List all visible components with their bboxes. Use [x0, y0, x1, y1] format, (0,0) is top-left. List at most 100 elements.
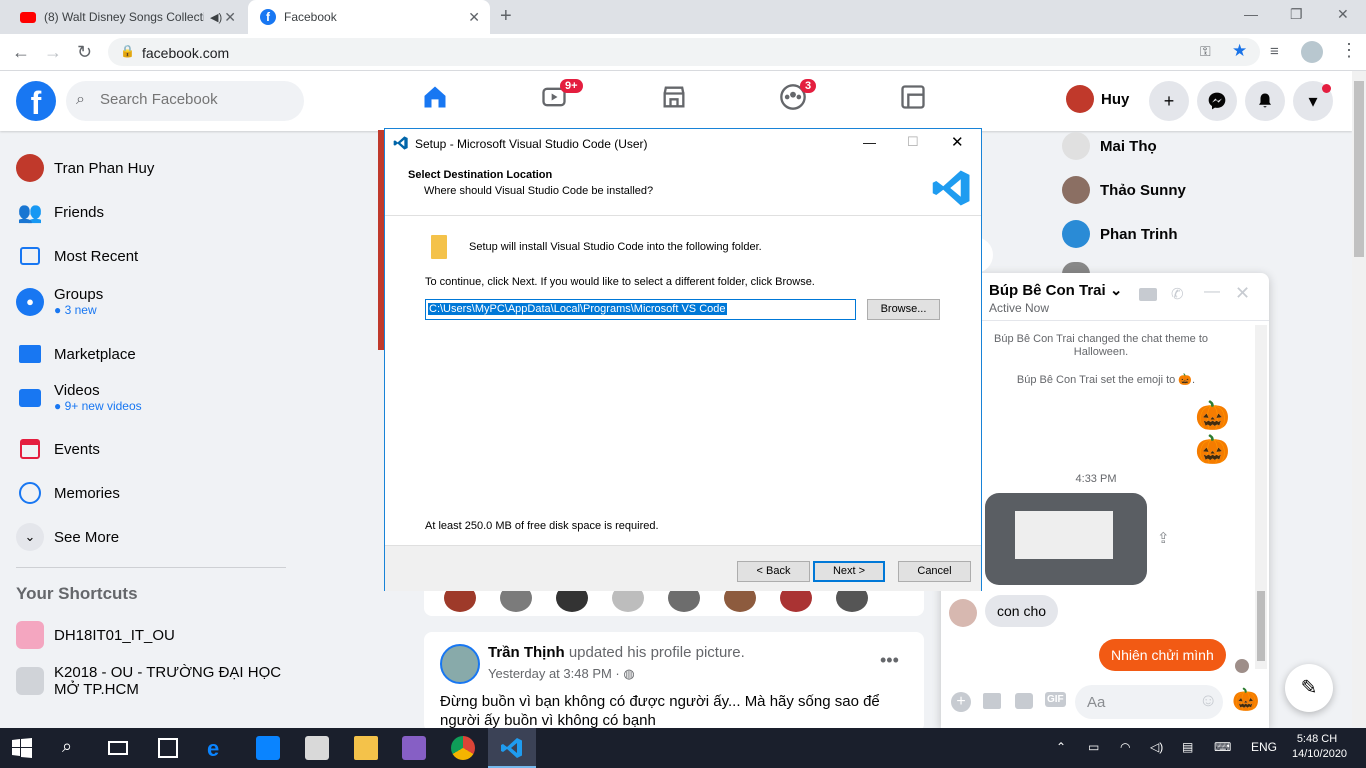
- chat-scrollbar[interactable]: [1255, 325, 1267, 669]
- key-icon[interactable]: ⚿: [1200, 43, 1211, 60]
- wifi-icon[interactable]: ◠: [1120, 740, 1130, 754]
- search-icon[interactable]: ⌕: [62, 736, 86, 760]
- message-input[interactable]: Aa ☺: [1075, 685, 1223, 719]
- shortcuts-title: Your Shortcuts: [16, 584, 138, 603]
- sidebar-item-friends[interactable]: 👥 Friends: [16, 198, 104, 226]
- back-button[interactable]: < Back: [737, 561, 810, 582]
- language-indicator[interactable]: ENG: [1251, 740, 1277, 754]
- share-icon[interactable]: ⇪: [1157, 529, 1170, 547]
- new-tab-icon[interactable]: +: [500, 5, 512, 28]
- install-path-input[interactable]: C:\Users\MyPC\AppData\Local\Programs\Mic…: [425, 299, 856, 320]
- profile-avatar[interactable]: [1301, 41, 1323, 63]
- edge-icon[interactable]: e: [207, 736, 231, 761]
- groups-icon[interactable]: 3: [773, 79, 817, 119]
- sidebar-item-see-more[interactable]: ⌄ See More: [16, 523, 119, 551]
- close-icon[interactable]: ✕: [468, 9, 480, 26]
- file-explorer-icon[interactable]: [354, 736, 378, 760]
- minimize-icon[interactable]: —: [863, 135, 876, 150]
- media-control-icon[interactable]: ≡: [1270, 43, 1279, 60]
- more-options-icon[interactable]: •••: [880, 650, 899, 671]
- visual-studio-icon[interactable]: [402, 736, 426, 760]
- create-icon[interactable]: +: [1149, 81, 1189, 121]
- restore-icon[interactable]: ❐: [1290, 6, 1303, 23]
- browse-button[interactable]: Browse...: [867, 299, 940, 320]
- profile-link[interactable]: Huy: [1066, 85, 1129, 113]
- battery-icon[interactable]: ▭: [1088, 740, 1099, 754]
- contact-item[interactable]: Phan Trinh: [1062, 220, 1178, 248]
- clock-time: 5:48 CH: [1296, 733, 1338, 745]
- back-arrow-icon[interactable]: ←: [12, 42, 30, 63]
- close-chat-icon[interactable]: ✕: [1235, 283, 1250, 304]
- new-message-icon[interactable]: ✎: [1285, 664, 1333, 712]
- tab-disney-songs[interactable]: (8) Walt Disney Songs Collecti ◀) ✕: [8, 0, 246, 34]
- shortcut-item[interactable]: DH18IT01_IT_OU: [16, 621, 175, 649]
- sticker-icon[interactable]: [1015, 693, 1033, 709]
- keyboard-icon[interactable]: ⌨: [1214, 740, 1231, 754]
- task-view-icon[interactable]: [108, 736, 132, 760]
- omnibox[interactable]: 🔒 facebook.com ⚿ ★: [108, 38, 1260, 66]
- minimize-chat-icon[interactable]: —: [1204, 283, 1220, 301]
- sidebar-item-profile[interactable]: Tran Phan Huy: [16, 154, 154, 182]
- volume-icon[interactable]: ◁): [1150, 740, 1163, 754]
- pumpkin-icon[interactable]: 🎃: [1232, 687, 1259, 713]
- post-time[interactable]: Yesterday at 3:48 PM · ◍: [488, 666, 635, 682]
- groups-icon: ●: [16, 287, 44, 316]
- account-menu-icon[interactable]: ▾: [1293, 81, 1333, 121]
- contact-item[interactable]: Thảo Sunny: [1062, 176, 1186, 204]
- close-icon[interactable]: ✕: [951, 133, 964, 151]
- add-icon[interactable]: +: [951, 692, 971, 712]
- app-icon[interactable]: [305, 736, 329, 760]
- shared-screenshot-image[interactable]: [985, 493, 1147, 585]
- minimize-icon[interactable]: —: [1244, 6, 1258, 22]
- home-icon[interactable]: [415, 83, 455, 131]
- close-window-icon[interactable]: ✕: [1337, 6, 1349, 23]
- phone-icon[interactable]: ✆: [1171, 285, 1184, 303]
- notifications-icon[interactable]: [1245, 81, 1285, 121]
- chat-contact-name[interactable]: Búp Bê Con Trai ⌄: [989, 281, 1122, 299]
- sidebar-item-marketplace[interactable]: Marketplace: [16, 340, 136, 368]
- clock[interactable]: 5:48 CH 14/10/2020: [1292, 732, 1347, 762]
- maximize-icon[interactable]: ☐: [907, 134, 919, 150]
- vscode-taskbar-button[interactable]: [488, 728, 536, 768]
- chat-status: Active Now: [989, 301, 1050, 315]
- next-button[interactable]: Next >: [813, 561, 885, 582]
- star-icon[interactable]: ★: [1232, 41, 1247, 61]
- gaming-icon[interactable]: [893, 83, 933, 119]
- tab-facebook[interactable]: f Facebook ✕: [248, 0, 490, 34]
- watch-icon[interactable]: 9+: [534, 79, 583, 119]
- action-center-icon[interactable]: ▤: [1182, 740, 1193, 754]
- chrome-icon[interactable]: [451, 736, 475, 760]
- tray-chevron-icon[interactable]: ⌃: [1056, 740, 1066, 754]
- forward-arrow-icon[interactable]: →: [44, 42, 62, 63]
- sidebar-item-groups[interactable]: ● Groups ● 3 new: [16, 286, 103, 317]
- facebook-logo[interactable]: f: [16, 81, 56, 121]
- marketplace-icon[interactable]: [654, 83, 694, 119]
- emoji-icon[interactable]: ☺: [1199, 690, 1217, 711]
- page-scrollbar[interactable]: [1352, 71, 1366, 727]
- photo-icon[interactable]: [983, 693, 1001, 709]
- contact-item[interactable]: Mai Thọ: [1062, 132, 1157, 160]
- search-input[interactable]: [100, 91, 290, 108]
- shortcut-item[interactable]: K2018 - OU - TRƯỜNG ĐẠI HỌC MỞ TP.HCM: [16, 664, 286, 698]
- video-call-icon[interactable]: [1139, 288, 1157, 301]
- windows-start-icon[interactable]: [12, 736, 36, 760]
- menu-dots-icon[interactable]: ⋮: [1340, 40, 1358, 61]
- sidebar-item-events[interactable]: Events: [16, 435, 100, 463]
- search-box[interactable]: ⌕: [66, 81, 304, 121]
- cancel-button[interactable]: Cancel: [898, 561, 971, 582]
- chat-header[interactable]: Búp Bê Con Trai ⌄ Active Now ✆ — ✕: [941, 273, 1269, 321]
- sidebar-item-label: Tran Phan Huy: [54, 159, 155, 177]
- messenger-icon[interactable]: [1197, 81, 1237, 121]
- gif-icon[interactable]: GIF: [1045, 692, 1066, 707]
- messenger-app-icon[interactable]: [256, 736, 280, 760]
- sidebar-item-most-recent[interactable]: Most Recent: [16, 242, 138, 270]
- avatar[interactable]: [440, 644, 480, 684]
- close-icon[interactable]: ✕: [224, 9, 236, 26]
- sidebar-item-videos[interactable]: Videos ● 9+ new videos: [16, 382, 142, 413]
- post-text: Đừng buồn vì bạn không có được người ấy.…: [440, 693, 880, 729]
- sidebar-item-memories[interactable]: Memories: [16, 479, 120, 507]
- store-icon[interactable]: [158, 736, 182, 760]
- contact-name: Mai Thọ: [1100, 137, 1157, 155]
- reload-icon[interactable]: ↻: [77, 42, 92, 63]
- post-author[interactable]: Trần Thịnh: [488, 644, 565, 661]
